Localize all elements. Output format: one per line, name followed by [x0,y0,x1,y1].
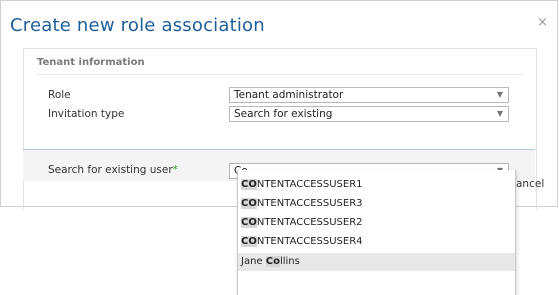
option-rest: NTENTACCESSUSER1 [256,179,363,190]
list-item[interactable]: CONTENTACCESSUSER2 [238,214,515,232]
role-value: Tenant administrator [234,89,344,101]
close-icon[interactable]: × [537,15,548,30]
role-label: Role [48,89,71,101]
match-highlight: Co [265,256,280,267]
list-item[interactable]: CONTENTACCESSUSER4 [238,233,515,251]
user-suggestion-list: CONTENTACCESSUSER1 CONTENTACCESSUSER3 CO… [237,170,516,295]
invitation-type-value: Search for existing [234,108,333,120]
chevron-down-icon: ▼ [496,90,503,99]
invitation-type-label: Invitation type [48,108,125,120]
invitation-type-select[interactable]: Search for existing ▼ [229,106,509,122]
match-highlight: CO [241,179,257,190]
option-rest: NTENTACCESSUSER2 [256,217,363,228]
section-divider [37,74,523,75]
match-highlight: CO [241,198,257,209]
match-highlight: CO [241,217,257,228]
list-item[interactable]: CONTENTACCESSUSER1 [238,176,515,194]
search-user-label: Search for existing user* [48,164,178,176]
chevron-down-icon: ▼ [496,109,503,118]
cancel-button[interactable]: ancel [516,178,544,190]
role-select[interactable]: Tenant administrator ▼ [229,87,509,103]
list-item-active[interactable]: Jane Collins [238,253,515,271]
dialog-title: Create new role association [10,15,265,36]
list-item[interactable]: CONTENTACCESSUSER3 [238,195,515,213]
option-prefix: Jane [241,256,266,267]
match-highlight: CO [241,236,257,247]
option-rest: llins [279,256,300,267]
option-rest: NTENTACCESSUSER3 [256,198,363,209]
required-mark: * [172,164,178,176]
section-heading: Tenant information [37,57,145,68]
search-user-label-text: Search for existing user [48,164,173,176]
option-rest: NTENTACCESSUSER4 [256,236,363,247]
